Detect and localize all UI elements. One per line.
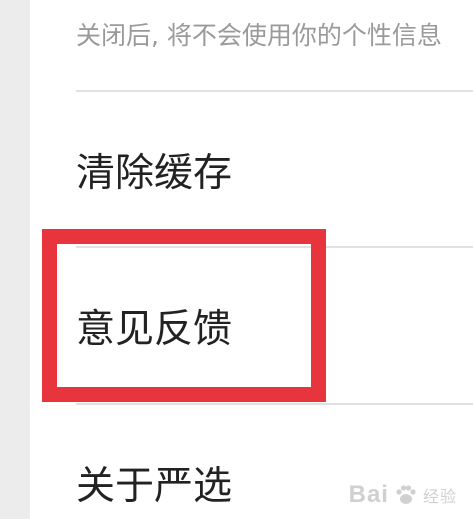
paw-icon: [393, 482, 419, 508]
divider: [76, 246, 473, 248]
divider: [76, 90, 473, 92]
personalization-description: 关闭后, 将不会使用你的个性信息: [76, 21, 442, 50]
feedback-item[interactable]: 意见反馈: [76, 306, 232, 354]
divider: [76, 403, 473, 405]
watermark-brand: Bai: [348, 481, 389, 508]
baidu-jingyan-watermark: Bai 经验: [349, 481, 457, 509]
settings-panel: 关闭后, 将不会使用你的个性信息 清除缓存 意见反馈 关于严选: [30, 0, 473, 519]
watermark-sub: 经验: [422, 489, 457, 506]
clear-cache-item[interactable]: 清除缓存: [76, 150, 232, 198]
about-yanxuan-item[interactable]: 关于严选: [76, 463, 232, 511]
